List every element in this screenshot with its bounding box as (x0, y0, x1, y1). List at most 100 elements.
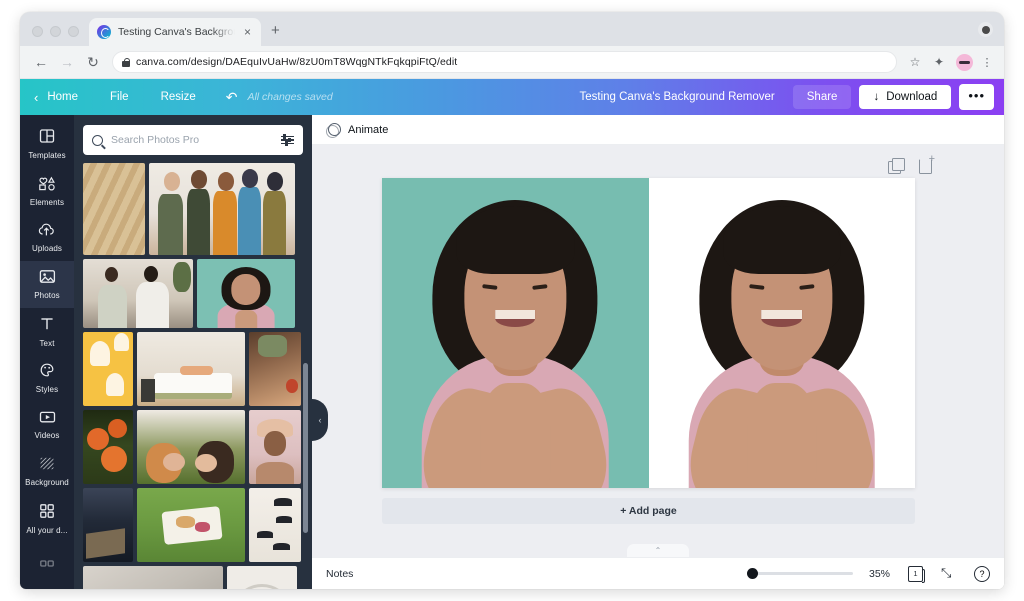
sidebar-item-more[interactable] (20, 542, 74, 589)
photo-thumb-concrete-texture[interactable] (83, 566, 223, 589)
page-count-value: 1 (908, 565, 925, 583)
filter-sliders-icon[interactable] (281, 134, 294, 146)
canva-toolbar: ‹ Home File Resize ↶ All changes saved T… (20, 79, 1004, 115)
browser-tab[interactable]: Testing Canva's Background R × (89, 18, 261, 46)
photo-thumb-bedroom-interior[interactable] (137, 332, 245, 406)
window-close-dot[interactable] (32, 26, 43, 37)
photos-panel: Search Photos Pro (74, 115, 312, 589)
add-page-button[interactable]: + Add page (382, 498, 915, 524)
hair-front (456, 205, 574, 275)
animate-icon (326, 122, 341, 138)
browser-window: Testing Canva's Background R × + ← → ↻ c… (20, 12, 1004, 589)
text-icon (39, 316, 55, 337)
photo-row (83, 488, 303, 562)
document-title[interactable]: Testing Canva's Background Remover (580, 91, 775, 103)
share-button[interactable]: Share (792, 85, 852, 109)
sidebar-label: Styles (35, 385, 59, 395)
sidebar-item-photos[interactable]: Photos (20, 261, 74, 309)
animate-bar: Animate (312, 115, 1004, 145)
styles-icon (39, 362, 55, 383)
save-status-text: All changes saved (247, 91, 333, 103)
sidebar-item-all-your-designs[interactable]: All your d... (20, 495, 74, 542)
sidebar-item-uploads[interactable]: Uploads (20, 215, 74, 262)
page-count-button[interactable]: 1 (908, 565, 925, 583)
status-bar: Notes 35% 1 ⤡ ? (312, 557, 1004, 589)
resize-button[interactable]: Resize (145, 91, 212, 103)
file-menu-button[interactable]: File (94, 91, 145, 103)
search-placeholder: Search Photos Pro (111, 134, 200, 146)
photo-thumb-couple-on-grass[interactable] (137, 410, 245, 484)
download-button[interactable]: ↓ Download (859, 85, 952, 109)
canvas-background-removed-image[interactable] (648, 178, 916, 488)
notes-button[interactable]: Notes (326, 568, 353, 580)
new-tab-button[interactable]: + (261, 23, 290, 46)
hands (747, 382, 817, 488)
canvas-original-image[interactable] (382, 178, 649, 488)
photo-thumb-pumpkins[interactable] (83, 410, 133, 484)
photo-row (83, 163, 303, 255)
portrait-cutout (649, 178, 916, 488)
photo-thumb-picnic-blanket-on-grass[interactable] (137, 488, 245, 562)
sidebar-label: All your d... (26, 525, 68, 535)
extensions-puzzle-icon[interactable]: ✦ (927, 55, 951, 69)
duplicate-page-icon[interactable] (888, 158, 905, 174)
photo-thumb-night-building[interactable] (83, 488, 133, 562)
zoom-slider[interactable] (746, 568, 853, 579)
url-input[interactable]: canva.com/design/DAEquIvUaHw/8zU0mT8WqgN… (112, 51, 897, 73)
reload-icon[interactable]: ↻ (80, 55, 106, 69)
zoom-slider-knob[interactable] (746, 568, 758, 579)
browser-tab-strip: Testing Canva's Background R × + (20, 12, 1004, 46)
home-button[interactable]: Home (47, 91, 94, 103)
notes-panel-handle[interactable]: ⌃ (627, 544, 689, 557)
browser-address-bar: ← → ↻ canva.com/design/DAEquIvUaHw/8zU0m… (20, 46, 1004, 79)
photo-thumb-hands-on-table[interactable] (249, 332, 301, 406)
bookmark-star-icon[interactable]: ☆ (903, 55, 927, 69)
sidebar-item-templates[interactable]: Templates (20, 121, 74, 168)
photo-thumb-paper-bats[interactable] (249, 488, 301, 562)
sidebar-item-videos[interactable]: Videos (20, 402, 74, 449)
sidebar-label: Text (39, 338, 55, 348)
window-close-button[interactable] (978, 22, 993, 37)
canva-body: Templates Elements Uploads Photos Text S… (20, 115, 1004, 589)
window-traffic-lights (20, 26, 89, 46)
undo-icon[interactable]: ↶ (212, 89, 248, 106)
photo-thumb-group-of-friends[interactable] (149, 163, 295, 255)
photo-thumb-two-women-on-couch[interactable] (83, 259, 193, 328)
close-icon[interactable]: × (242, 24, 253, 40)
more-options-button[interactable]: ••• (959, 84, 994, 110)
design-canvas-page[interactable] (382, 178, 915, 488)
eye-right (532, 283, 548, 290)
search-icon (92, 134, 103, 146)
screenshot-root: Testing Canva's Background R × + ← → ↻ c… (0, 0, 1024, 601)
chevron-left-icon[interactable]: ‹ (34, 90, 38, 105)
add-page-icon[interactable] (918, 153, 935, 174)
window-minimize-dot[interactable] (50, 26, 61, 37)
zoom-percent-label: 35% (868, 567, 890, 580)
animate-button[interactable]: Animate (348, 124, 388, 136)
profile-avatar[interactable] (956, 53, 973, 71)
photo-row (83, 332, 303, 406)
lock-icon (122, 57, 131, 67)
sidebar-item-text[interactable]: Text (20, 308, 74, 355)
forward-icon[interactable]: → (54, 55, 80, 69)
sidebar-item-elements[interactable]: Elements (20, 168, 74, 215)
panel-scrollbar[interactable] (303, 363, 308, 533)
photo-thumb-woman-teal-background[interactable] (197, 259, 295, 328)
window-maximize-dot[interactable] (68, 26, 79, 37)
sidebar-item-background[interactable]: Background (20, 449, 74, 496)
photo-thumb-white-arch[interactable] (227, 566, 297, 589)
back-icon[interactable]: ← (28, 55, 54, 69)
photo-thumb-child-in-pink-hat[interactable] (249, 410, 301, 484)
uploads-icon (38, 222, 56, 242)
sidebar-item-styles[interactable]: Styles (20, 355, 74, 402)
help-icon[interactable]: ? (974, 565, 990, 582)
download-arrow-icon: ↓ (873, 91, 880, 103)
hair-front (723, 205, 841, 275)
elements-icon (38, 176, 56, 196)
photo-thumb-yellow-ghost-pattern[interactable] (83, 332, 133, 406)
photo-thumb-sand-dunes[interactable] (83, 163, 145, 255)
expand-icon[interactable]: ⤡ (941, 566, 956, 581)
eye-left (482, 283, 499, 290)
search-input[interactable]: Search Photos Pro (83, 125, 303, 155)
browser-menu-icon[interactable]: ⋮ (978, 56, 996, 69)
